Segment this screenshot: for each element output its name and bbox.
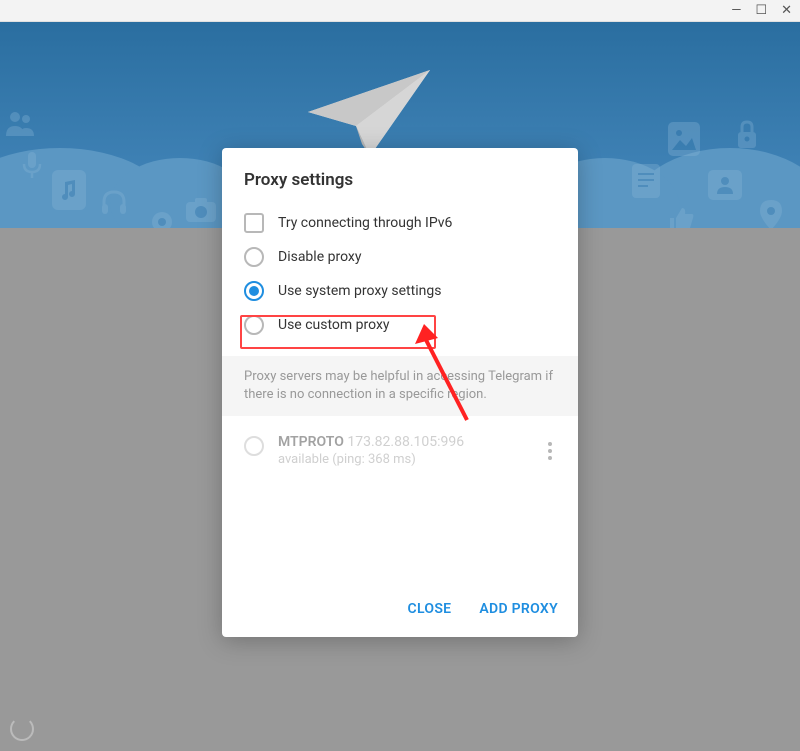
proxy-options: Try connecting through IPv6 Disable prox… [222,206,578,356]
custom-proxy-radio[interactable] [244,315,264,335]
disable-proxy-label: Disable proxy [278,249,361,265]
ipv6-checkbox[interactable] [244,213,264,233]
proxy-status: available (ping: 368 ms) [278,452,530,467]
camera-icon [186,198,216,222]
system-proxy-radio[interactable] [244,281,264,301]
doc-icon [632,164,660,198]
loading-spinner [10,717,34,741]
dialog-footer: CLOSE ADD PROXY [222,585,578,637]
add-proxy-button[interactable]: ADD PROXY [479,601,558,617]
mic-icon [22,152,42,178]
maximize-button[interactable]: ☐ [755,4,767,17]
ipv6-checkbox-row[interactable]: Try connecting through IPv6 [244,206,556,240]
disable-proxy-row[interactable]: Disable proxy [244,240,556,274]
disable-proxy-radio[interactable] [244,247,264,267]
proxy-address: 173.82.88.105:996 [347,434,464,450]
window-titlebar: — ☐ ✕ [0,0,800,22]
proxy-protocol: MTPROTO [278,434,344,450]
proxy-item[interactable]: MTPROTO 173.82.88.105:996 available (pin… [244,428,556,473]
ipv6-label: Try connecting through IPv6 [278,215,452,231]
pin-icon [760,200,782,228]
music-file-icon [52,170,86,210]
people-icon [6,110,34,136]
system-proxy-row[interactable]: Use system proxy settings [244,274,556,308]
proxy-item-menu-button[interactable] [544,438,556,464]
info-text: Proxy servers may be helpful in accessin… [222,356,578,416]
settings-icon [150,210,174,228]
contact-card-icon [708,170,742,200]
headphones-icon [100,190,128,214]
custom-proxy-row[interactable]: Use custom proxy [244,308,556,342]
saved-proxy-list: MTPROTO 173.82.88.105:996 available (pin… [222,416,578,485]
lock-icon [736,120,758,148]
minimize-button[interactable]: — [731,4,741,17]
proxy-item-radio[interactable] [244,436,264,456]
close-window-button[interactable]: ✕ [781,4,792,17]
like-icon [668,208,694,228]
close-button[interactable]: CLOSE [408,601,452,617]
dialog-header: Proxy settings [222,148,578,206]
system-proxy-label: Use system proxy settings [278,283,441,299]
dialog-title: Proxy settings [244,170,556,190]
proxy-item-info: MTPROTO 173.82.88.105:996 available (pin… [278,434,530,467]
custom-proxy-label: Use custom proxy [278,317,390,333]
proxy-settings-dialog: Proxy settings Try connecting through IP… [222,148,578,637]
image-file-icon [668,122,700,156]
